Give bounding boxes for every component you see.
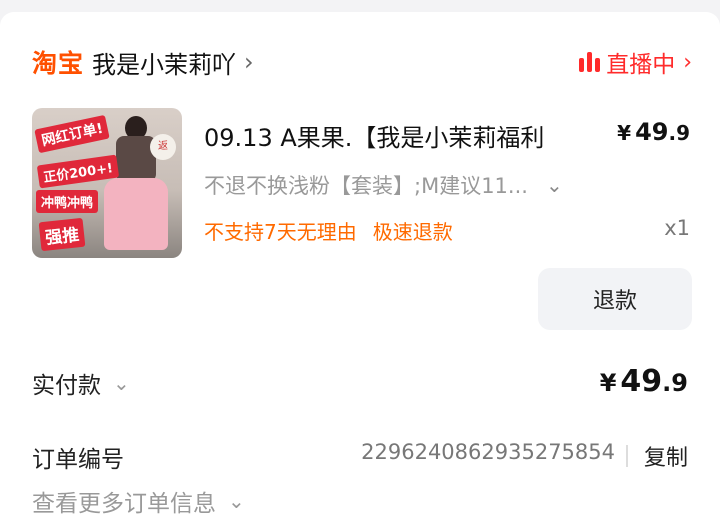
chevron-down-icon: ⌄ [545, 173, 563, 197]
price-integer: 49 [635, 118, 669, 146]
live-bars-icon [579, 52, 601, 72]
policy-tags: 不支持7天无理由 极速退款 [204, 216, 453, 245]
live-label: 直播中 [606, 52, 676, 78]
paid-decimal: .9 [662, 369, 688, 397]
price-decimal: .9 [668, 121, 690, 145]
paid-label: 实付款 [32, 373, 101, 399]
chevron-down-icon: ⌄ [228, 489, 245, 513]
item-price: ¥49.9 [617, 118, 690, 146]
currency-symbol: ¥ [617, 121, 632, 145]
more-info-label: 查看更多订单信息 [32, 491, 216, 517]
quantity: x1 [664, 216, 690, 240]
spec-text: 不退不换浅粉【套装】;M建议11... [204, 174, 528, 198]
chevron-right-icon: › [244, 48, 254, 76]
product-spec[interactable]: 不退不换浅粉【套装】;M建议11... ⌄ [204, 170, 624, 200]
live-status[interactable]: 直播中 › [579, 42, 692, 82]
divider [626, 445, 628, 467]
chevron-down-icon: ⌄ [113, 371, 130, 395]
shop-header[interactable]: 淘宝 我是小茉莉吖 › 直播中 › [32, 42, 692, 82]
thumb-tag: 强推 [38, 217, 86, 252]
paid-amount-toggle[interactable]: 实付款 ⌄ [32, 366, 130, 400]
order-number: 2296240862935275854 [361, 440, 615, 464]
product-title[interactable]: 09.13 A果果.【我是小茉莉福利 [204, 118, 594, 153]
taobao-logo: 淘宝 [32, 49, 85, 78]
refund-button[interactable]: 退款 [538, 268, 692, 330]
currency-symbol: ¥ [599, 369, 617, 397]
more-order-info[interactable]: 查看更多订单信息 ⌄ [32, 484, 245, 518]
policy-no-return: 不支持7天无理由 [204, 220, 357, 244]
thumb-tag: 冲鸭冲鸭 [36, 190, 99, 213]
thumb-tag: 网红订单! [34, 114, 111, 154]
chevron-right-icon: › [683, 49, 692, 75]
model-skirt [104, 178, 168, 250]
paid-integer: 49 [620, 364, 663, 399]
order-number-label: 订单编号 [32, 447, 124, 473]
policy-fast-refund: 极速退款 [372, 220, 453, 244]
order-card: 淘宝 我是小茉莉吖 › 直播中 › 返 网红订单! 正价200+! 冲鸭冲鸭 强… [0, 12, 720, 531]
shop-name[interactable]: 我是小茉莉吖 [92, 45, 236, 80]
thumb-badge: 返 [150, 134, 176, 160]
copy-button[interactable]: 复制 [644, 440, 688, 472]
paid-amount: ¥49.9 [600, 364, 688, 399]
product-thumbnail[interactable]: 返 网红订单! 正价200+! 冲鸭冲鸭 强推 [32, 108, 182, 258]
